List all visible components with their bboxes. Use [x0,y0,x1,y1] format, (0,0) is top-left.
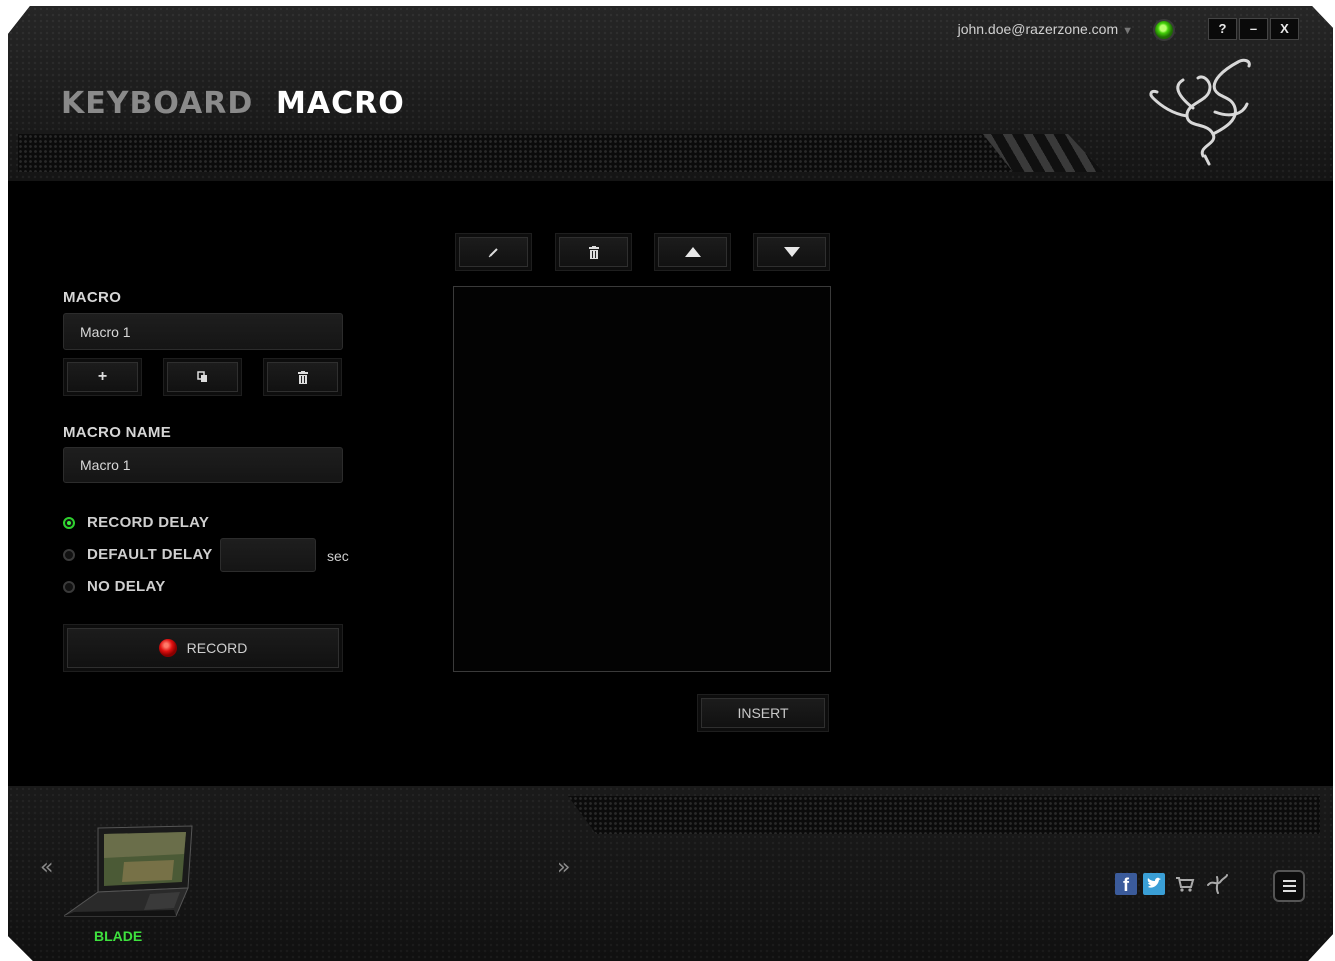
insert-button[interactable]: INSERT [701,698,825,728]
blade-laptop-icon[interactable] [64,824,196,924]
no-delay-radio[interactable] [63,580,75,593]
tab-macro[interactable]: MACRO [276,86,405,121]
tab-keyboard[interactable]: KEYBOARD [61,86,253,121]
copy-macro-button[interactable] [167,362,238,392]
no-delay-label: NO DELAY [87,578,166,595]
macro-label: MACRO [63,289,122,306]
razer-icon[interactable] [1205,873,1228,895]
chevron-down-icon[interactable]: ▼ [1122,25,1133,37]
edit-action-button[interactable] [459,237,528,267]
online-status-icon [1155,21,1173,39]
macro-select-value: Macro 1 [80,323,131,340]
menu-icon[interactable] [1273,870,1305,902]
twitter-icon[interactable] [1143,873,1165,895]
account-menu[interactable]: john.doe@razerzone.com ▼ [958,21,1133,37]
macro-name-label: MACRO NAME [63,424,171,441]
record-label: RECORD [186,640,248,656]
facebook-icon[interactable]: f [1115,873,1137,895]
move-up-icon [684,247,701,257]
record-button[interactable]: RECORD [67,628,339,668]
trash-icon [588,245,599,259]
record-delay-radio[interactable] [63,516,75,529]
default-delay-input[interactable] [220,538,316,572]
record-delay-option[interactable]: RECORD DELAY [63,514,209,531]
macro-select[interactable]: Macro 1 [63,313,343,350]
store-cart-icon[interactable] [1174,873,1196,895]
default-delay-label: DEFAULT DELAY [87,546,213,563]
default-delay-radio[interactable] [63,548,75,561]
default-delay-option[interactable]: DEFAULT DELAY [63,546,213,563]
delete-action-button[interactable] [559,237,628,267]
trash-icon [297,370,308,384]
edit-icon [488,248,498,258]
move-up-button[interactable] [658,237,727,267]
razer-snake-logo-icon [1149,58,1251,166]
account-email[interactable]: john.doe@razerzone.com [958,21,1119,37]
record-dot-icon [158,639,177,657]
no-delay-option[interactable]: NO DELAY [63,578,166,595]
move-down-button[interactable] [757,237,826,267]
macro-name-input[interactable]: Macro 1 [63,447,343,483]
window-controls: ? – X [1208,18,1301,40]
copy-icon [196,371,207,382]
close-button[interactable]: X [1270,18,1299,40]
delay-unit-label: sec [327,548,349,564]
footer-band [568,796,1320,834]
prev-device-icon[interactable]: « [40,855,53,880]
macro-name-value: Macro 1 [80,457,131,473]
device-name[interactable]: BLADE [94,928,142,944]
delete-macro-button[interactable] [267,362,338,392]
minimize-button[interactable]: – [1239,18,1268,40]
macro-actions-list[interactable] [453,286,831,672]
record-delay-label: RECORD DELAY [87,514,210,531]
synapse-window: KEYBOARD MACRO john.doe@razerzone.com ▼ ?… [8,6,1333,961]
next-device-icon[interactable]: » [557,855,570,880]
move-down-icon [783,247,800,257]
add-macro-button[interactable]: + [67,362,138,392]
header-band [18,134,1028,172]
help-button[interactable]: ? [1208,18,1237,40]
